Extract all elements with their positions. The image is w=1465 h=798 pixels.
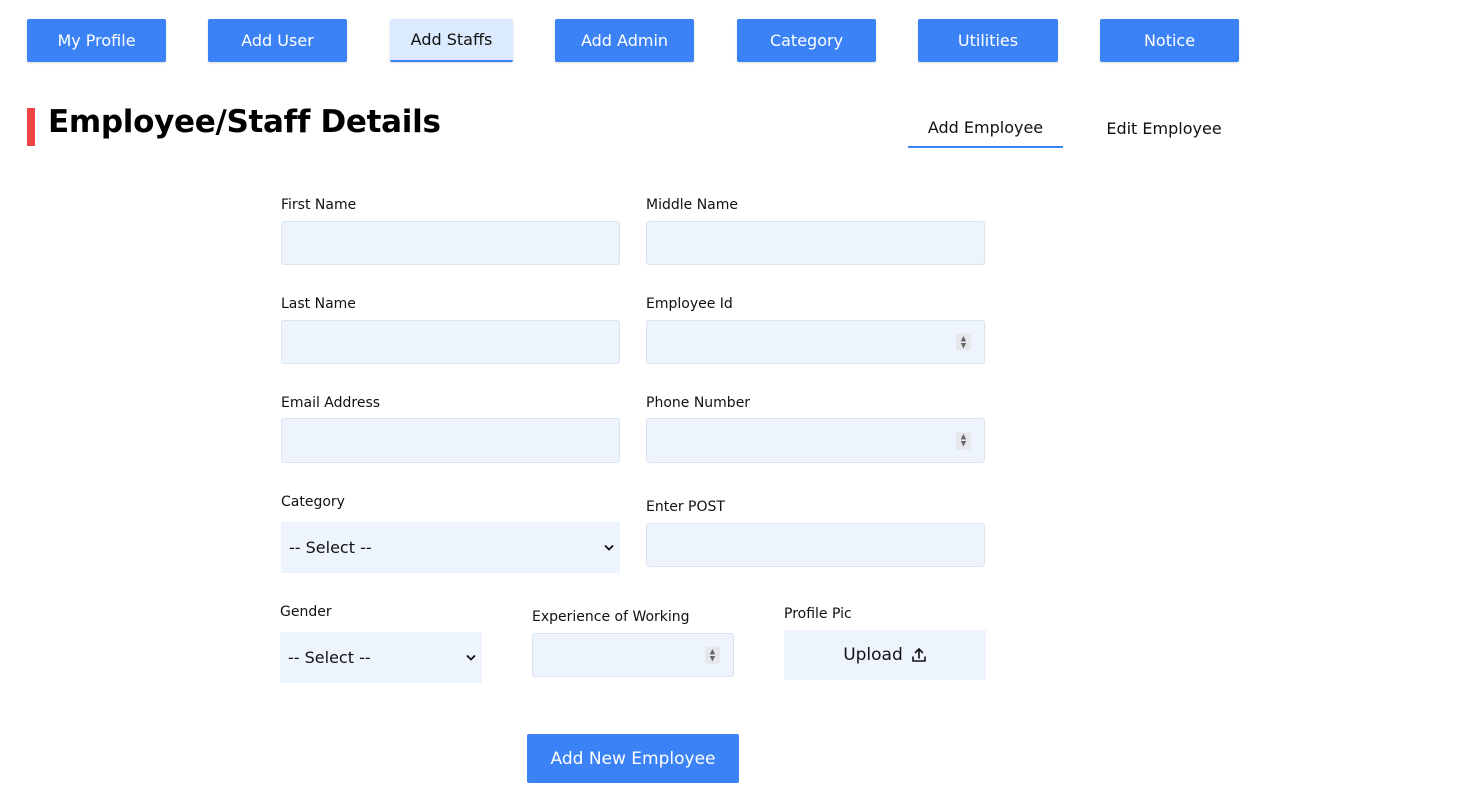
nav-add-staffs-button[interactable]: Add Staffs — [390, 19, 513, 62]
experience-input[interactable]: ▲ ▼ — [532, 633, 734, 677]
middle-name-input[interactable] — [646, 221, 985, 265]
phone-label: Phone Number — [646, 395, 751, 411]
chevron-down-icon — [466, 654, 476, 661]
nav-category-button[interactable]: Category — [737, 19, 876, 62]
upload-icon — [911, 648, 926, 662]
experience-spinner-icon[interactable]: ▲ ▼ — [705, 646, 720, 664]
employee-id-input[interactable]: ▲ ▼ — [646, 320, 985, 364]
email-label: Email Address — [281, 395, 381, 411]
gender-label: Gender — [280, 604, 332, 620]
first-name-input[interactable] — [281, 221, 620, 265]
first-name-label: First Name — [281, 197, 357, 213]
gender-selected-value: -- Select -- — [288, 648, 371, 667]
nav-utilities-button[interactable]: Utilities — [918, 19, 1058, 62]
nav-add-user-button[interactable]: Add User — [208, 19, 347, 62]
upload-label: Upload — [843, 645, 903, 665]
gender-select[interactable]: -- Select -- — [280, 632, 482, 683]
post-label: Enter POST — [646, 499, 725, 515]
last-name-label: Last Name — [281, 296, 356, 312]
upload-button[interactable]: Upload — [784, 630, 986, 680]
email-input[interactable] — [281, 418, 620, 463]
page-title: Employee/Staff Details — [48, 104, 441, 140]
add-new-employee-button[interactable]: Add New Employee — [527, 734, 739, 783]
tab-edit-employee[interactable]: Edit Employee — [1090, 108, 1238, 148]
phone-spinner-icon[interactable]: ▲ ▼ — [956, 432, 971, 449]
chevron-down-icon — [604, 544, 614, 551]
post-input[interactable] — [646, 523, 985, 567]
category-label: Category — [281, 494, 345, 510]
last-name-input[interactable] — [281, 320, 620, 364]
category-select[interactable]: -- Select -- — [281, 522, 620, 573]
employee-id-label: Employee Id — [646, 296, 733, 312]
profile-pic-label: Profile Pic — [784, 606, 852, 622]
experience-label: Experience of Working — [532, 609, 690, 625]
nav-notice-button[interactable]: Notice — [1100, 19, 1239, 62]
phone-input[interactable]: ▲ ▼ — [646, 418, 985, 463]
nav-my-profile-button[interactable]: My Profile — [27, 19, 166, 62]
category-selected-value: -- Select -- — [289, 538, 372, 557]
tab-add-employee[interactable]: Add Employee — [908, 108, 1063, 148]
title-accent-bar — [27, 108, 35, 146]
middle-name-label: Middle Name — [646, 197, 738, 213]
employee-id-spinner-icon[interactable]: ▲ ▼ — [956, 333, 971, 351]
nav-add-admin-button[interactable]: Add Admin — [555, 19, 694, 62]
